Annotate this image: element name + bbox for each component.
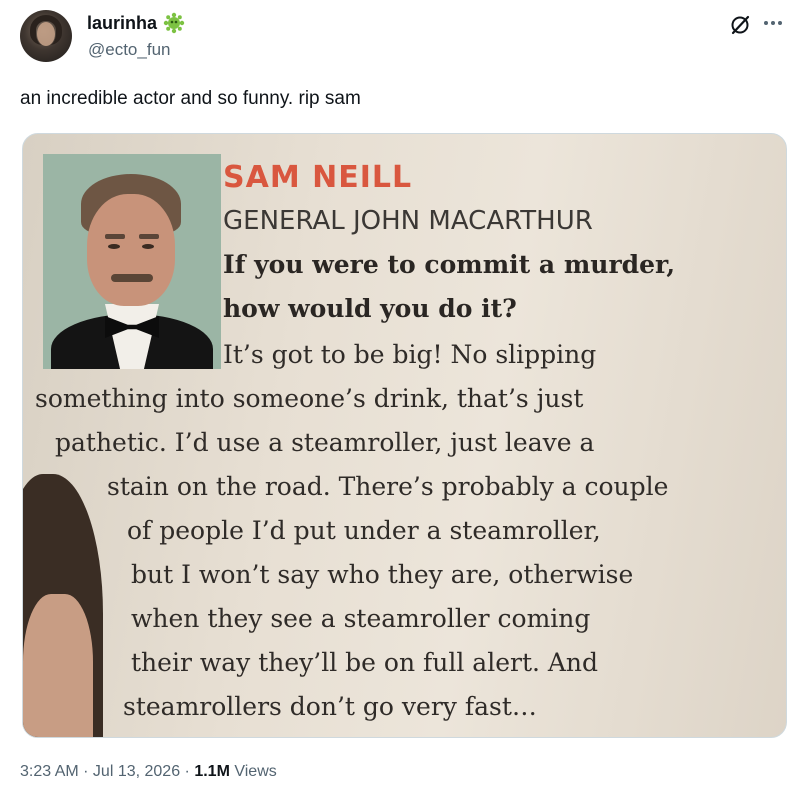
- user-handle[interactable]: @ecto_fun: [88, 40, 170, 60]
- views-label: Views: [229, 763, 277, 780]
- meta-separator: ·: [180, 763, 195, 780]
- display-name[interactable]: laurinha: [87, 12, 185, 34]
- answer-line: pathetic. I’d use a steamroller, just le…: [55, 428, 595, 457]
- tweet-time[interactable]: 3:23 AM: [20, 763, 79, 780]
- article-role: GENERAL JOHN MACARTHUR: [223, 206, 593, 236]
- avatar-face: [37, 22, 55, 46]
- answer-line: when they see a steamroller coming: [131, 604, 591, 633]
- question-line: how would you do it?: [223, 294, 517, 323]
- answer-line: steamrollers don’t go very fast…: [123, 692, 537, 721]
- magazine-text: SAM NEILL GENERAL JOHN MACARTHUR If you …: [23, 134, 786, 737]
- tweet: laurinha @ecto_fun an incredible actor a…: [0, 0, 800, 786]
- tweet-text: an incredible actor and so funny. rip sa…: [20, 88, 361, 109]
- answer-line: something into someone’s drink, that’s j…: [35, 384, 584, 413]
- tweet-date[interactable]: Jul 13, 2026: [93, 763, 180, 780]
- views-count[interactable]: 1.1M: [194, 763, 230, 780]
- answer-line: of people I’d put under a steamroller,: [127, 516, 601, 545]
- answer-line: their way they’ll be on full alert. And: [131, 648, 599, 677]
- answer-line: stain on the road. There’s probably a co…: [107, 472, 669, 501]
- slime-badge-icon: [163, 12, 185, 34]
- grok-icon[interactable]: [729, 14, 751, 36]
- meta-separator: ·: [78, 763, 93, 780]
- article-name: SAM NEILL: [223, 160, 413, 195]
- answer-line: but I won’t say who they are, otherwise: [131, 560, 634, 589]
- more-icon[interactable]: [760, 12, 786, 34]
- display-name-text: laurinha: [87, 12, 158, 33]
- answer-line: It’s got to be big! No slipping: [223, 340, 597, 369]
- tweet-media-image[interactable]: SAM NEILL GENERAL JOHN MACARTHUR If you …: [22, 133, 787, 738]
- avatar[interactable]: [20, 10, 72, 62]
- question-line: If you were to commit a murder,: [223, 250, 676, 279]
- tweet-meta: 3:23 AM · Jul 13, 2026 · 1.1M Views: [20, 763, 277, 781]
